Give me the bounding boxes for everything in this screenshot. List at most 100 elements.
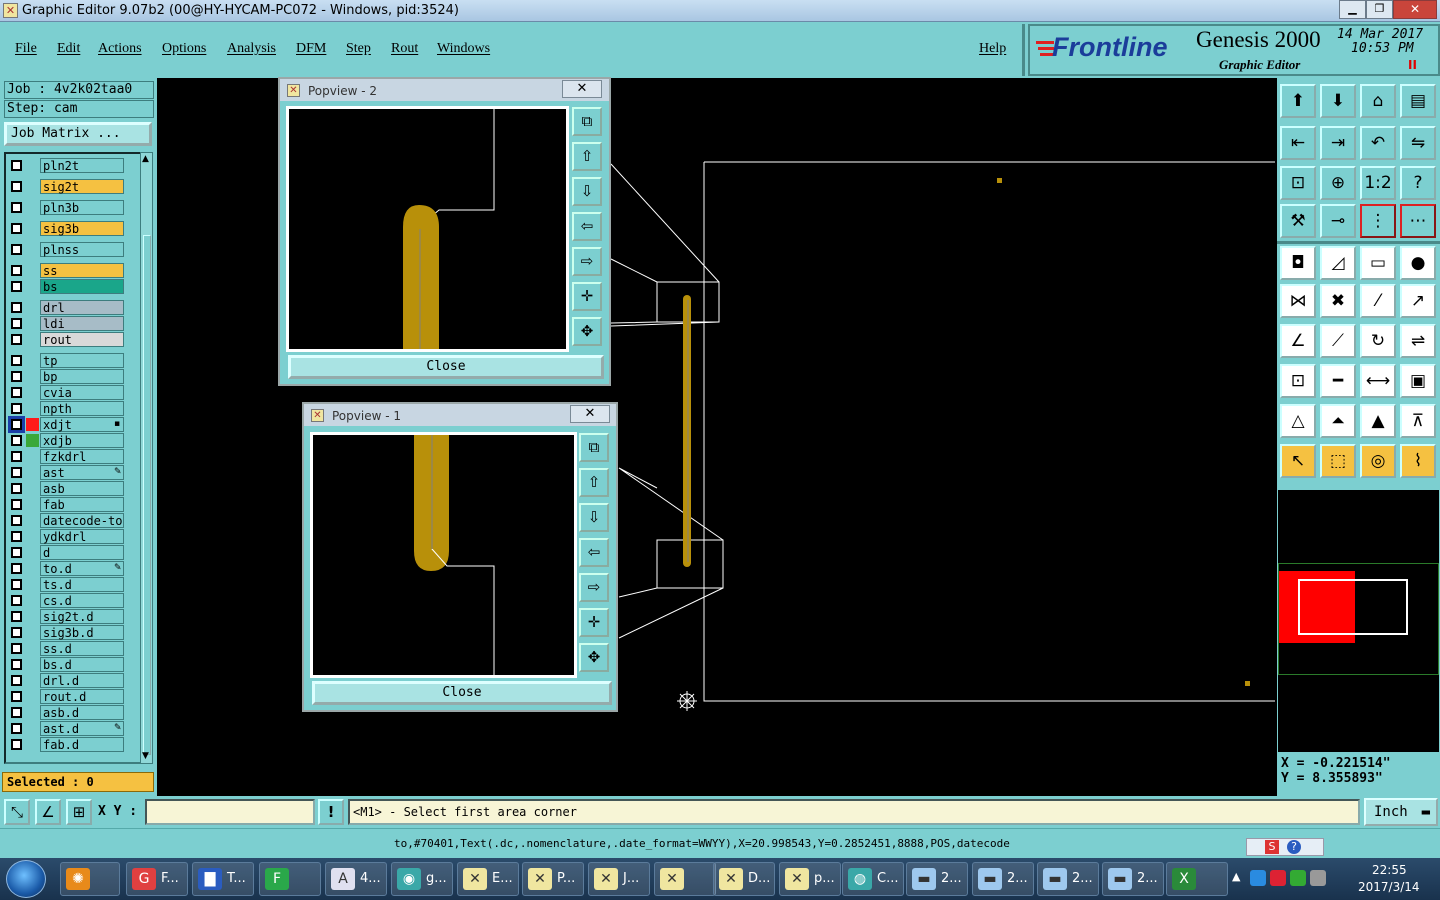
layer-name[interactable]: fab: [40, 497, 124, 512]
layer-checkbox[interactable]: [11, 691, 22, 702]
layer-row-ss.d[interactable]: ss.d: [8, 641, 124, 656]
layer-checkbox[interactable]: [11, 611, 22, 622]
snap-icon[interactable]: ⤡: [4, 799, 30, 825]
layer-name[interactable]: drl: [40, 300, 124, 315]
layer-name[interactable]: ldi: [40, 316, 124, 331]
layer-row-ts.d[interactable]: ts.d: [8, 577, 124, 592]
layer-name[interactable]: d: [40, 545, 124, 560]
layer-name[interactable]: fzkdrl: [40, 449, 124, 464]
layer-name[interactable]: sig2t.d: [40, 609, 124, 624]
zoom-home-icon[interactable]: ⊡: [1280, 166, 1316, 200]
layer-name[interactable]: cvia: [40, 385, 124, 400]
tray-clock-date[interactable]: 2017/3/14: [1358, 880, 1420, 894]
layer-checkbox[interactable]: [11, 265, 22, 276]
layer-name[interactable]: rout: [40, 332, 124, 347]
layer-checkbox[interactable]: [11, 643, 22, 654]
layer-checkbox[interactable]: [11, 160, 22, 171]
layer-checkbox[interactable]: [11, 595, 22, 606]
layer-checkbox[interactable]: [11, 739, 22, 750]
layer-checkbox[interactable]: [11, 302, 22, 313]
popview-2-zoom-in-icon[interactable]: ✛: [572, 282, 602, 311]
taskbar-app-4[interactable]: A 4...: [325, 862, 387, 896]
layer-checkbox[interactable]: [11, 531, 22, 542]
menu-file[interactable]: File: [15, 41, 37, 57]
help-icon[interactable]: ?: [1400, 166, 1436, 200]
layer-checkbox[interactable]: [11, 334, 22, 345]
layer-color-swatch[interactable]: [26, 434, 39, 447]
layer-row-bs[interactable]: bs: [8, 279, 124, 294]
layer-name[interactable]: ss: [40, 263, 124, 278]
tray-expand-icon[interactable]: ▲: [1232, 870, 1240, 883]
layer-row-sig2t.d[interactable]: sig2t.d: [8, 609, 124, 624]
taskbar-app-17[interactable]: X: [1166, 862, 1228, 896]
layer-row-sig2t[interactable]: sig2t: [8, 179, 124, 194]
layer-name[interactable]: cs.d: [40, 593, 124, 608]
popview-1-pan-up-icon[interactable]: ⇧: [579, 468, 609, 497]
layer-row-fab[interactable]: fab: [8, 497, 124, 512]
open-job-icon[interactable]: ⬆: [1280, 84, 1316, 118]
popview-1-zoom-out-icon[interactable]: ✥: [579, 643, 609, 672]
layer-row-ss[interactable]: ss: [8, 263, 124, 278]
layer-row-plnss[interactable]: plnss: [8, 242, 124, 257]
mini-map[interactable]: [1278, 488, 1439, 752]
layer-name[interactable]: sig2t: [40, 179, 124, 194]
popview-1-zoom-in-icon[interactable]: ✛: [579, 608, 609, 637]
layer-checkbox[interactable]: [11, 627, 22, 638]
taskbar-app-2[interactable]: ▇ T...: [192, 862, 254, 896]
shapes-icon[interactable]: ▣: [1400, 364, 1436, 398]
right-icon[interactable]: ⇥: [1320, 126, 1356, 160]
layer-checkbox[interactable]: [11, 371, 22, 382]
layer-row-rout[interactable]: rout: [8, 332, 124, 347]
layer-color-swatch[interactable]: [26, 418, 39, 431]
layer-name[interactable]: asb: [40, 481, 124, 496]
layer-name[interactable]: xdjb: [40, 433, 124, 448]
xy-input[interactable]: [145, 799, 315, 825]
popview-1-view[interactable]: [310, 432, 577, 678]
layer-row-ydkdrl[interactable]: ydkdrl: [8, 529, 124, 544]
layer-checkbox[interactable]: [11, 244, 22, 255]
menu-step[interactable]: Step: [346, 41, 371, 57]
layer-row-xdjt[interactable]: xdjt ▪: [8, 416, 124, 433]
popview-2-x-button[interactable]: ✕: [562, 80, 602, 98]
job-matrix-button[interactable]: Job Matrix ...: [4, 122, 152, 146]
layer-row-fzkdrl[interactable]: fzkdrl: [8, 449, 124, 464]
taskbar-app-13[interactable]: ▬ 2...: [906, 862, 968, 896]
layer-row-d[interactable]: d: [8, 545, 124, 560]
popview-1-zoom-fit-icon[interactable]: ⧉: [579, 433, 609, 462]
layer-row-asb[interactable]: asb: [8, 481, 124, 496]
select-route-icon[interactable]: ⌇: [1400, 444, 1436, 478]
menu-options[interactable]: Options: [162, 41, 206, 57]
layer-checkbox[interactable]: [11, 723, 22, 734]
taskbar-app-15[interactable]: ▬ 2...: [1037, 862, 1099, 896]
units-selector[interactable]: Inch ▬: [1364, 798, 1438, 826]
scale-1to2-icon[interactable]: 1:2: [1360, 166, 1396, 200]
layer-checkbox[interactable]: [11, 579, 22, 590]
triangle-3-icon[interactable]: ▲: [1360, 404, 1396, 438]
triangle-1-icon[interactable]: △: [1280, 404, 1316, 438]
mirror-icon[interactable]: ⇌: [1400, 324, 1436, 358]
layer-name[interactable]: ast: [40, 465, 124, 480]
menu-dfm[interactable]: DFM: [296, 41, 326, 57]
layer-row-bp[interactable]: bp: [8, 369, 124, 384]
layer-row-tp[interactable]: tp: [8, 353, 124, 368]
layer-checkbox[interactable]: [11, 281, 22, 292]
layer-row-ast[interactable]: ast ✎: [8, 465, 124, 480]
layer-checkbox[interactable]: [11, 387, 22, 398]
layer-checkbox[interactable]: [11, 499, 22, 510]
layer-name[interactable]: bs.d: [40, 657, 124, 672]
layer-checkbox[interactable]: [11, 435, 22, 446]
layer-row-fab.d[interactable]: fab.d: [8, 737, 124, 752]
popview-2-close-button[interactable]: Close: [288, 355, 604, 379]
grid-icon[interactable]: ⊞: [66, 799, 92, 825]
minimize-button[interactable]: ▁: [1339, 0, 1366, 19]
layer-row-to.d[interactable]: to.d ✎: [8, 561, 124, 576]
taskbar-app-8[interactable]: ✕ J...: [588, 862, 650, 896]
popview-1-x-button[interactable]: ✕: [570, 405, 610, 423]
layer-name[interactable]: sig3b.d: [40, 625, 124, 640]
layer-name[interactable]: xdjt: [40, 417, 124, 432]
popview-1-pan-right-icon[interactable]: ⇨: [579, 573, 609, 602]
zoom-center-icon[interactable]: ⊕: [1320, 166, 1356, 200]
drill-map-icon[interactable]: ⋯: [1400, 204, 1436, 238]
undo-icon[interactable]: ↶: [1360, 126, 1396, 160]
menu-edit[interactable]: Edit: [57, 41, 80, 57]
